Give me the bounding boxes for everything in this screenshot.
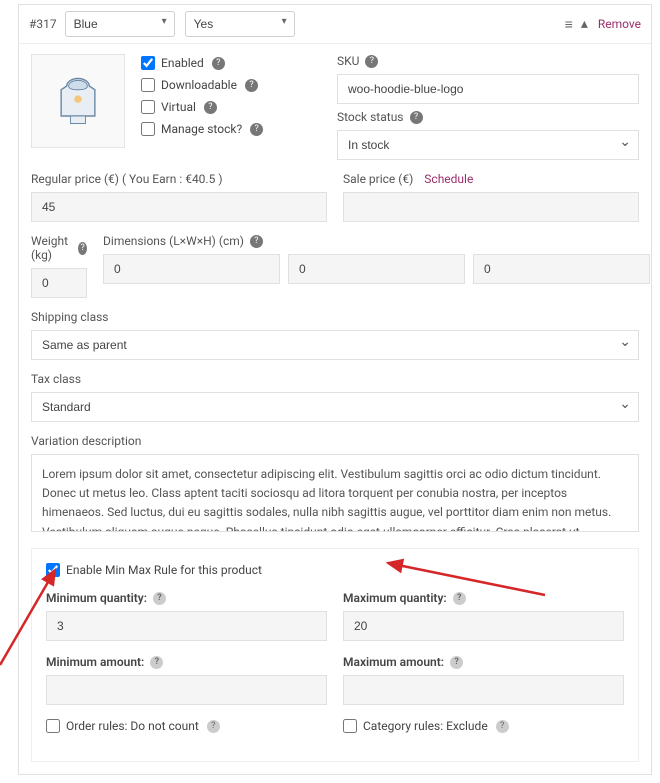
help-icon[interactable]: ? (207, 720, 220, 733)
collapse-icon[interactable]: ▴ (581, 16, 588, 32)
remove-link[interactable]: Remove (598, 17, 641, 31)
help-icon[interactable]: ? (250, 123, 263, 136)
min-amt-label: Minimum amount: ? (46, 655, 327, 669)
help-icon[interactable]: ? (410, 111, 423, 124)
max-amt-label: Maximum amount: ? (343, 655, 624, 669)
dimension-height-input[interactable] (473, 254, 650, 284)
stock-status-select[interactable]: In stock (337, 130, 639, 160)
regular-price-input[interactable] (31, 192, 327, 222)
help-icon[interactable]: ? (496, 720, 509, 733)
attribute-2-select[interactable]: Yes (185, 11, 295, 37)
weight-input[interactable] (31, 268, 87, 298)
manage-stock-checkbox[interactable]: Manage stock? ? (141, 122, 321, 136)
max-qty-label: Maximum quantity: ? (343, 591, 624, 605)
dimension-length-input[interactable] (103, 254, 280, 284)
enable-minmax-checkbox[interactable]: Enable Min Max Rule for this product (46, 563, 624, 577)
hoodie-icon (48, 71, 108, 131)
dimension-width-input[interactable] (288, 254, 465, 284)
weight-label: Weight (kg) ? (31, 234, 87, 262)
sale-price-label: Sale price (€) Schedule (343, 172, 639, 186)
description-textarea[interactable] (31, 454, 639, 532)
menu-icon[interactable]: ≡ (565, 16, 573, 33)
stock-status-label: Stock status ? (337, 110, 639, 124)
attribute-1-select[interactable]: Blue (65, 11, 175, 37)
shipping-class-label: Shipping class (31, 310, 639, 324)
help-icon[interactable]: ? (204, 101, 217, 114)
help-icon[interactable]: ? (153, 592, 166, 605)
regular-price-label: Regular price (€) ( You Earn : €40.5 ) (31, 172, 327, 186)
sku-input[interactable] (337, 74, 639, 104)
help-icon[interactable]: ? (250, 235, 263, 248)
help-icon[interactable]: ? (245, 79, 258, 92)
help-icon[interactable]: ? (150, 656, 163, 669)
min-qty-label: Minimum quantity: ? (46, 591, 327, 605)
max-amt-input[interactable] (343, 675, 624, 705)
sku-label: SKU ? (337, 54, 639, 68)
help-icon[interactable]: ? (365, 55, 378, 68)
tax-class-label: Tax class (31, 372, 639, 386)
tax-class-select[interactable]: Standard (31, 392, 639, 422)
order-rules-checkbox[interactable]: Order rules: Do not count ? (46, 719, 327, 733)
description-label: Variation description (31, 434, 639, 448)
virtual-checkbox[interactable]: Virtual ? (141, 100, 321, 114)
downloadable-checkbox[interactable]: Downloadable ? (141, 78, 321, 92)
category-rules-checkbox[interactable]: Category rules: Exclude ? (343, 719, 624, 733)
variation-header: #317 Blue Yes ≡ ▴ Remove (19, 5, 651, 44)
shipping-class-select[interactable]: Same as parent (31, 330, 639, 360)
max-qty-input[interactable] (343, 611, 624, 641)
variation-image[interactable] (31, 54, 125, 148)
dimensions-label: Dimensions (L×W×H) (cm) ? (103, 234, 650, 248)
min-amt-input[interactable] (46, 675, 327, 705)
variation-panel: #317 Blue Yes ≡ ▴ Remove (18, 4, 652, 775)
schedule-link[interactable]: Schedule (424, 172, 473, 186)
variation-checkboxes: Enabled ? Downloadable ? Virtual ? Manag… (141, 54, 321, 160)
help-icon[interactable]: ? (78, 242, 87, 255)
variation-id: #317 (29, 17, 57, 31)
help-icon[interactable]: ? (453, 592, 466, 605)
attr1-wrap: Blue (65, 11, 185, 37)
min-qty-input[interactable] (46, 611, 327, 641)
sale-price-input[interactable] (343, 192, 639, 222)
minmax-panel: Enable Min Max Rule for this product Min… (31, 548, 639, 762)
variation-body: Enabled ? Downloadable ? Virtual ? Manag… (19, 44, 651, 538)
help-icon[interactable]: ? (212, 57, 225, 70)
enabled-checkbox[interactable]: Enabled ? (141, 56, 321, 70)
help-icon[interactable]: ? (450, 656, 463, 669)
attr2-wrap: Yes (185, 11, 305, 37)
